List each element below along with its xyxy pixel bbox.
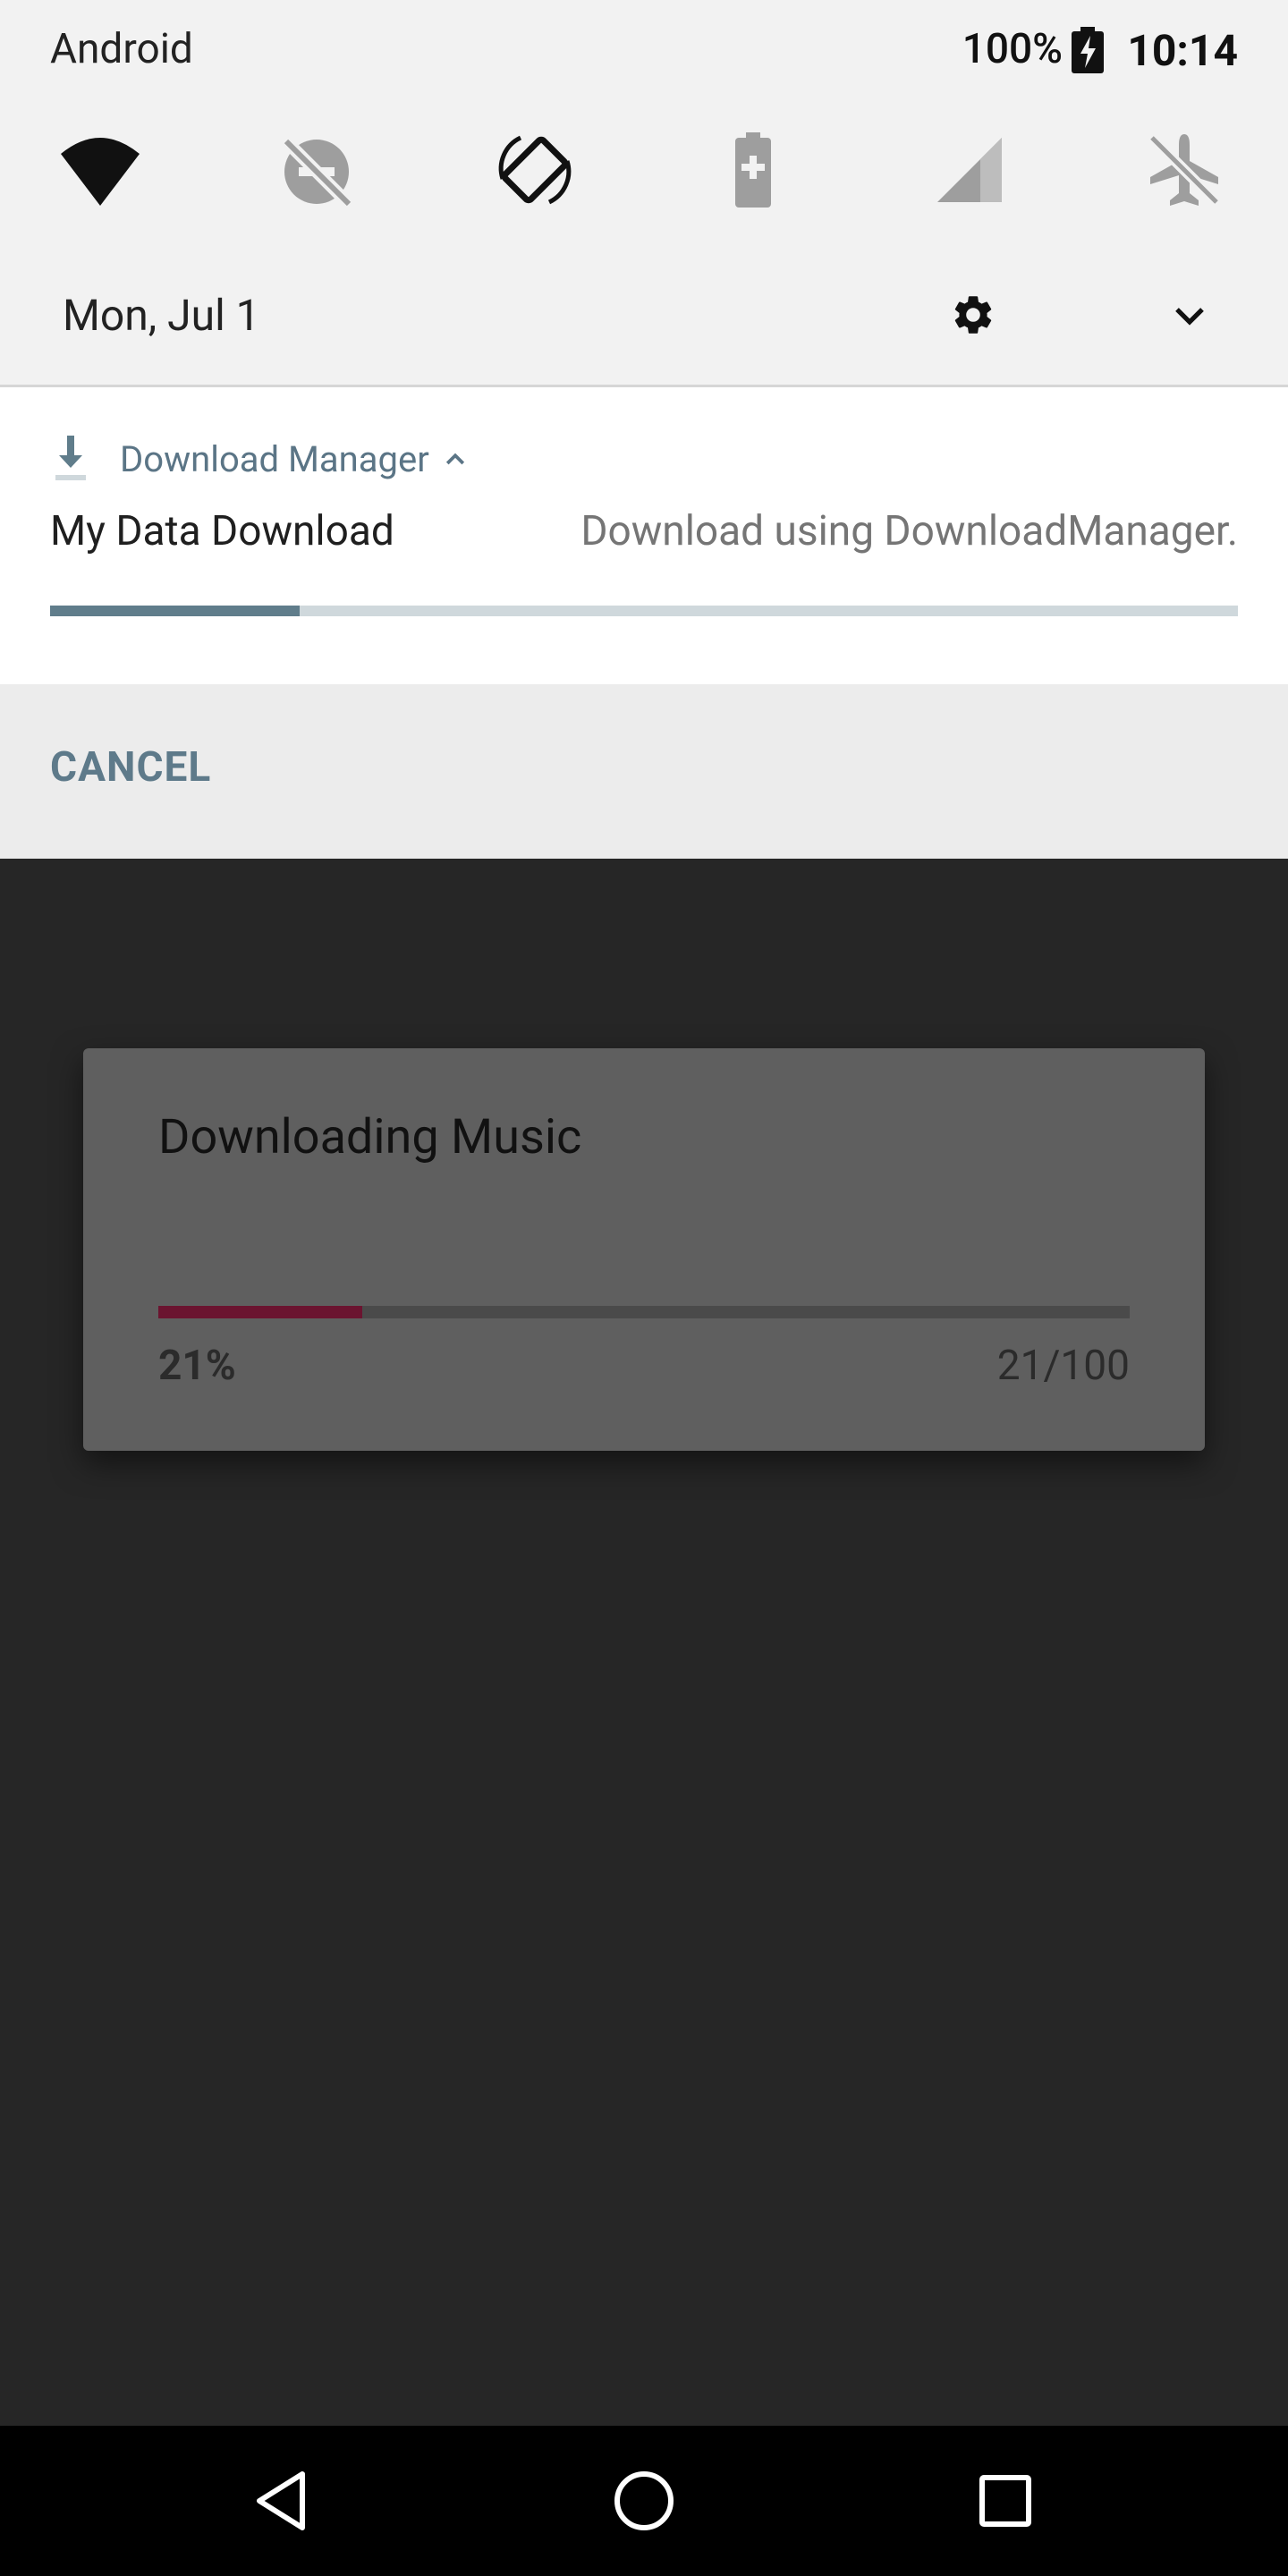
dnd-off-icon [282, 137, 353, 208]
chevron-down-icon [1175, 308, 1204, 326]
auto-rotate-tile[interactable] [481, 116, 589, 224]
notification-actions: CANCEL [0, 684, 1288, 859]
dialog-progress-count: 21/100 [996, 1342, 1130, 1390]
airplane-icon [1148, 133, 1221, 207]
settings-button[interactable] [943, 284, 1004, 345]
progress-dialog: Downloading Music 21% 21/100 [83, 1048, 1205, 1451]
dialog-progress-bar [158, 1306, 1130, 1318]
rotate-icon [498, 135, 572, 205]
download-notification[interactable]: Download Manager My Data Download Downlo… [0, 387, 1288, 684]
dnd-tile[interactable] [263, 116, 370, 224]
carrier-label: Android [50, 25, 193, 73]
wifi-icon [61, 138, 140, 206]
quick-settings-tiles [0, 116, 1288, 233]
chevron-up-icon [445, 453, 464, 465]
notification-header[interactable]: Download Manager [50, 432, 469, 486]
clock: 10:14 [1127, 25, 1238, 76]
airplane-mode-tile[interactable] [1131, 116, 1238, 224]
wifi-tile[interactable] [47, 116, 154, 224]
notification-text: Download using DownloadManager. [580, 507, 1238, 555]
back-button[interactable] [247, 2465, 318, 2537]
battery-percent: 100% [962, 25, 1063, 73]
home-button[interactable] [608, 2465, 680, 2537]
recents-icon [979, 2475, 1031, 2527]
battery-saver-icon [735, 132, 771, 208]
date-row: Mon, Jul 1 [0, 268, 1288, 361]
battery-charging-icon [1070, 27, 1106, 73]
recents-button[interactable] [970, 2465, 1041, 2537]
dialog-progress-percent: 21% [158, 1342, 236, 1390]
date-label: Mon, Jul 1 [63, 290, 260, 341]
quick-settings-panel: Android 100% 10:14 Mon, Jul 1 [0, 0, 1288, 385]
cancel-button[interactable]: CANCEL [50, 743, 211, 792]
notification-progress-bar [50, 606, 1238, 616]
home-icon [614, 2471, 674, 2530]
notification-progress-fill [50, 606, 300, 616]
battery-saver-tile[interactable] [699, 116, 807, 224]
back-icon [257, 2471, 305, 2530]
notification-app-name: Download Manager [120, 437, 429, 480]
expand-button[interactable] [1159, 284, 1220, 345]
gear-icon [954, 296, 992, 334]
navigation-bar [0, 2426, 1288, 2576]
dialog-progress-fill [158, 1306, 363, 1318]
signal-icon [937, 138, 1002, 202]
cellular-tile[interactable] [916, 116, 1023, 224]
download-icon [55, 436, 86, 480]
status-bar: Android 100% 10:14 [0, 0, 1288, 104]
notification-title: My Data Download [50, 507, 394, 555]
dialog-title: Downloading Music [158, 1109, 582, 1165]
